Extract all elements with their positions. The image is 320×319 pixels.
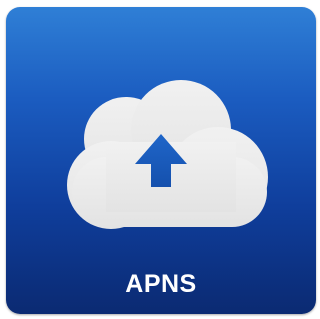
app-name-label: APNS (125, 270, 197, 298)
cloud-upload-icon (67, 80, 268, 229)
app-icon-tile[interactable]: APNS (6, 7, 316, 314)
